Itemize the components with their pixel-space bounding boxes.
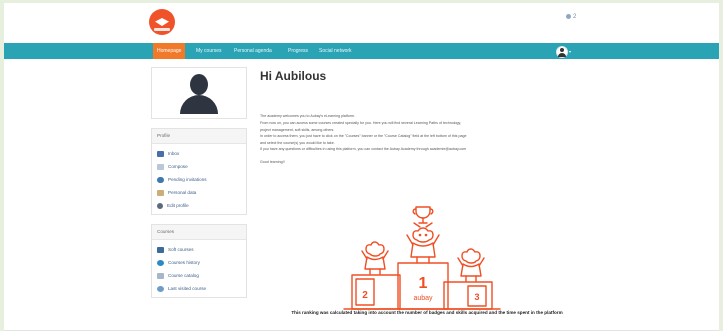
course-catalog-icon [157,272,164,279]
main-content: Hi Aubilous The academy welcomes you to … [260,67,600,310]
sidebar-item-pending-invitations[interactable]: Pending invitations [152,173,246,186]
avatar-silhouette-head [190,74,208,95]
courses-panel-title: Courses [152,225,246,240]
ranking-podium: 2 1 aubay 3 [340,197,505,317]
winner-figure [406,227,440,264]
personal-data-icon [157,189,164,196]
sidebar-item-label: Inbox [168,151,180,156]
page-title: Hi Aubilous [260,69,327,83]
sidebar-item-inbox[interactable]: Inbox [152,147,246,160]
sidebar-item-label: Pending invitations [168,177,207,182]
user-avatar-menu[interactable] [556,46,568,58]
pending-invitations-icon [157,176,164,183]
edit-profile-icon [157,202,163,209]
graduation-cap-icon [155,18,169,26]
sidebar-item-courses-history[interactable]: Courses history [152,256,246,269]
avatar-silhouette-body [180,95,218,114]
welcome-line: From now on, you can access some courses… [260,120,462,125]
sidebar-item-label: Edit profile [167,203,189,208]
main-navigation: Homepage My courses Personal agenda Prog… [4,43,719,59]
nav-progress[interactable]: Progress [284,43,312,59]
welcome-line: The academy welcomes you to Aubay's eLea… [260,114,355,118]
courses-panel: Courses Soft courses Courses history Cou… [151,224,247,298]
user-count-indicator[interactable]: 2 [566,14,576,20]
welcome-line: project management, soft skills, among o… [260,127,335,132]
compose-icon [157,163,164,170]
sidebar-item-label: Compose [168,164,188,169]
nav-personal-agenda[interactable]: Personal agenda [230,43,276,59]
profile-picture[interactable] [151,67,247,119]
nav-my-courses[interactable]: My courses [192,43,226,59]
inbox-icon [157,150,164,157]
avatar-head [560,48,564,52]
brand-wordmark: aubay [413,295,433,302]
third-place-number: 3 [474,292,479,302]
logo-ribbon [154,28,170,31]
top-header: 2 [4,3,719,43]
chevron-down-icon[interactable]: ▾ [569,49,571,54]
user-icon [566,14,571,19]
third-place-figure [457,248,485,282]
sidebar-item-last-visited-course[interactable]: Last visited course [152,282,246,295]
ranking-caption: This ranking was calculated taking into … [291,310,563,315]
left-sidebar: Profile Inbox Compose Pending invitation… [151,67,247,298]
sidebar-item-soft-courses[interactable]: Soft courses [152,243,246,256]
sidebar-item-label: Personal data [168,190,197,195]
profile-panel-title: Profile [152,129,246,144]
profile-panel: Profile Inbox Compose Pending invitation… [151,128,247,215]
second-place-number: 2 [362,290,368,301]
first-place-number: 1 [419,275,428,292]
soft-courses-icon [157,246,164,253]
welcome-paragraph: The academy welcomes you to Aubay's eLea… [260,113,590,147]
sidebar-item-personal-data[interactable]: Personal data [152,186,246,199]
user-count: 2 [573,14,577,21]
trophy-icon [412,206,434,228]
second-place-figure [361,241,389,275]
avatar-body [558,53,566,57]
sidebar-item-label: Courses history [168,260,200,265]
nav-social-network[interactable]: Social network [315,43,356,59]
podium-illustration: 2 1 aubay 3 [343,206,501,310]
sidebar-item-label: Soft courses [168,247,194,252]
sidebar-item-course-catalog[interactable]: Course catalog [152,269,246,282]
academy-logo[interactable] [149,9,175,35]
courses-menu: Soft courses Courses history Course cata… [152,240,246,297]
courses-history-icon [157,259,164,266]
profile-menu: Inbox Compose Pending invitations Person… [152,144,246,214]
sidebar-item-label: Course catalog [168,273,199,278]
podium-block-second [351,274,401,310]
contact-paragraph: If you have any questions or difficultie… [260,147,467,151]
last-visited-course-icon [157,285,164,292]
closing-paragraph: Good learning!! [260,160,285,164]
sidebar-item-label: Last visited course [168,286,207,291]
welcome-line: In order to access them, you just have t… [260,134,467,139]
nav-homepage[interactable]: Homepage [153,43,186,59]
sidebar-item-edit-profile[interactable]: Edit profile [152,199,246,212]
browser-viewport: 2 Homepage My courses Personal agenda Pr… [4,3,719,331]
sidebar-item-compose[interactable]: Compose [152,160,246,173]
